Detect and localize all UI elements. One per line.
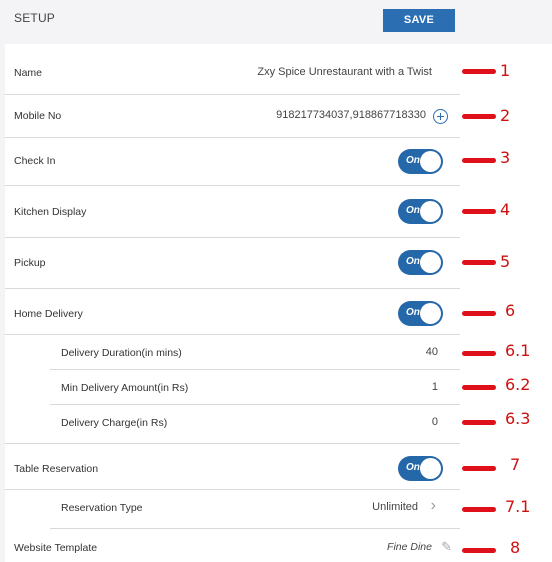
- reservation-type-label: Reservation Type: [61, 502, 143, 514]
- annotation-marker: [462, 385, 496, 390]
- annotation-number: 3: [500, 148, 511, 167]
- table-reservation-label: Table Reservation: [14, 463, 99, 475]
- annotation-marker: [462, 311, 496, 316]
- reservation-type-value: Unlimited: [372, 501, 418, 513]
- check-in-row: Check In On: [5, 138, 460, 186]
- website-template-label: Website Template: [14, 542, 98, 554]
- table-reservation-row: Table Reservation On: [5, 444, 460, 490]
- annotation-number: 7: [510, 455, 521, 474]
- annotation-marker: [462, 507, 496, 512]
- name-label: Name: [14, 67, 43, 79]
- check-in-toggle[interactable]: On: [398, 149, 443, 174]
- toggle-knob: [420, 458, 441, 479]
- chevron-right-icon[interactable]: ›: [431, 497, 436, 515]
- kitchen-display-label: Kitchen Display: [14, 206, 87, 218]
- toggle-state: On: [406, 307, 420, 318]
- annotation-marker: [462, 260, 496, 265]
- table-reservation-toggle[interactable]: On: [398, 456, 443, 481]
- toggle-state: On: [406, 256, 420, 267]
- toggle-knob: [420, 303, 441, 324]
- delivery-duration-value[interactable]: 40: [426, 346, 438, 358]
- pickup-toggle[interactable]: On: [398, 250, 443, 275]
- annotation-marker: [462, 420, 496, 425]
- annotation-number: 6.3: [505, 409, 531, 428]
- delivery-duration-row: Delivery Duration(in mins) 40: [50, 335, 460, 370]
- annotation-number: 5: [500, 252, 511, 271]
- kitchen-display-toggle[interactable]: On: [398, 199, 443, 224]
- mobile-label: Mobile No: [14, 110, 62, 122]
- delivery-charge-row: Delivery Charge(in Rs) 0: [50, 405, 460, 444]
- toggle-state: On: [406, 155, 420, 166]
- annotation-number: 6.2: [505, 375, 531, 394]
- toggle-state: On: [406, 462, 420, 473]
- add-mobile-icon[interactable]: [433, 109, 448, 124]
- delivery-duration-label: Delivery Duration(in mins): [61, 347, 182, 359]
- kitchen-display-row: Kitchen Display On: [5, 186, 460, 238]
- pickup-label: Pickup: [14, 257, 46, 269]
- annotation-marker: [462, 69, 496, 74]
- home-delivery-toggle[interactable]: On: [398, 301, 443, 326]
- toggle-knob: [420, 252, 441, 273]
- mobile-row: Mobile No 918217734037,918867718330: [5, 95, 460, 138]
- annotation-marker: [462, 351, 496, 356]
- pencil-icon[interactable]: ✎: [441, 539, 452, 555]
- annotation-marker: [462, 548, 496, 553]
- save-button[interactable]: SAVE: [383, 9, 455, 32]
- annotation-number: 6.1: [505, 341, 531, 360]
- setup-header: SETUP SAVE: [0, 0, 552, 44]
- page-title: SETUP: [14, 11, 56, 25]
- annotation-number: 6: [505, 301, 516, 320]
- delivery-charge-value[interactable]: 0: [432, 416, 438, 428]
- website-template-value: Fine Dine: [387, 541, 432, 553]
- website-template-row: Website Template Fine Dine ✎: [5, 529, 460, 562]
- annotation-marker: [462, 114, 496, 119]
- annotation-number: 2: [500, 106, 511, 125]
- min-delivery-amount-value[interactable]: 1: [432, 381, 438, 393]
- toggle-knob: [420, 151, 441, 172]
- delivery-charge-label: Delivery Charge(in Rs): [61, 417, 168, 429]
- pickup-row: Pickup On: [5, 238, 460, 289]
- toggle-state: On: [406, 205, 420, 216]
- annotation-number: 7.1: [505, 497, 531, 516]
- annotation-number: 8: [510, 538, 521, 557]
- annotation-marker: [462, 466, 496, 471]
- check-in-label: Check In: [14, 155, 56, 167]
- mobile-value[interactable]: 918217734037,918867718330: [276, 109, 426, 121]
- annotation-number: 1: [500, 61, 511, 80]
- home-delivery-row: Home Delivery On: [5, 289, 460, 335]
- reservation-type-row[interactable]: Reservation Type Unlimited ›: [50, 490, 460, 529]
- min-delivery-amount-row: Min Delivery Amount(in Rs) 1: [50, 370, 460, 405]
- annotation-marker: [462, 158, 496, 163]
- annotation-marker: [462, 209, 496, 214]
- min-delivery-amount-label: Min Delivery Amount(in Rs): [61, 382, 189, 394]
- home-delivery-label: Home Delivery: [14, 308, 83, 320]
- name-value[interactable]: Zxy Spice Unrestaurant with a Twist: [257, 66, 432, 78]
- toggle-knob: [420, 201, 441, 222]
- annotation-number: 4: [500, 200, 511, 219]
- name-row: Name Zxy Spice Unrestaurant with a Twist: [5, 50, 460, 95]
